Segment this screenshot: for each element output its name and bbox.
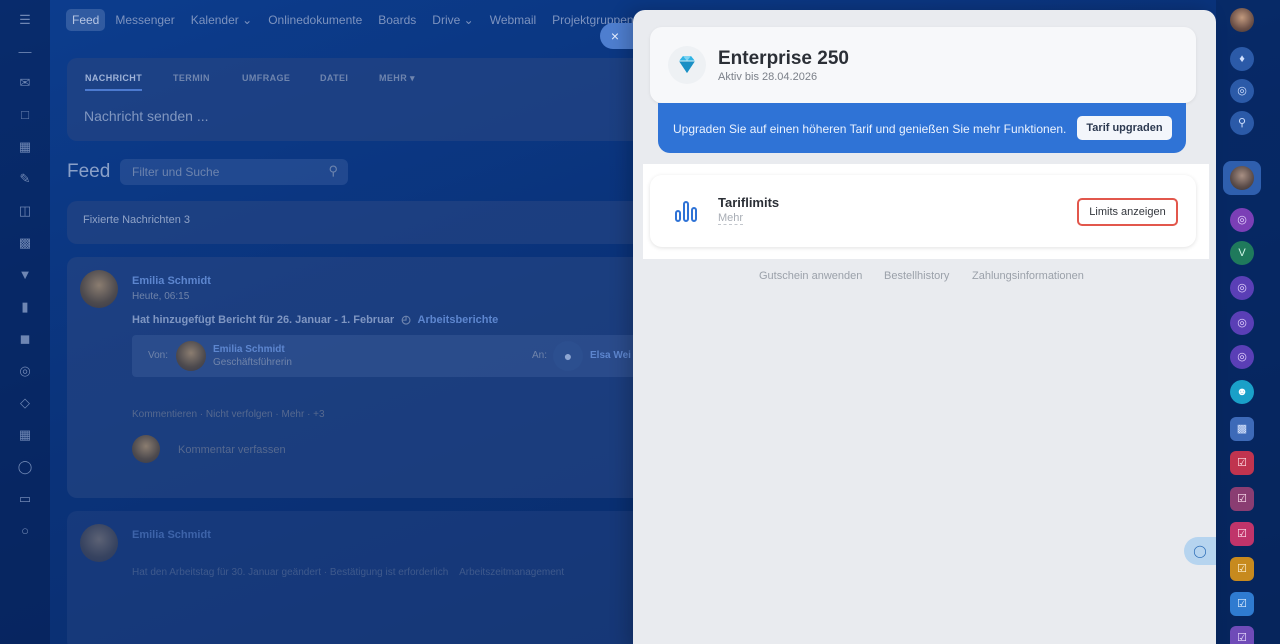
close-panel-button[interactable]: × bbox=[600, 23, 634, 49]
from-role: Geschäftsführerin bbox=[213, 357, 292, 368]
contact-v-icon[interactable]: V bbox=[1230, 241, 1254, 265]
post-author[interactable]: Emilia Schmidt bbox=[132, 275, 211, 287]
upgrade-button[interactable]: Tarif upgraden bbox=[1077, 116, 1172, 140]
order-history-link[interactable]: Bestellhistory bbox=[884, 270, 949, 282]
analytics-icon[interactable]: ▮ bbox=[17, 299, 33, 315]
plan-name: Enterprise 250 bbox=[718, 48, 849, 69]
id-card-icon[interactable]: ▩ bbox=[1230, 417, 1254, 441]
to-label: An: bbox=[532, 350, 548, 361]
tab-umfrage[interactable]: UMFRAGE bbox=[242, 73, 290, 83]
help-icon[interactable]: ◯ bbox=[17, 459, 33, 475]
avatar[interactable] bbox=[1230, 166, 1254, 190]
nav-item-drive[interactable]: Drive ⌄ bbox=[426, 9, 479, 31]
feed-heading: Feed bbox=[67, 161, 111, 182]
post-actions[interactable]: Kommentieren · Nicht verfolgen · Mehr · … bbox=[132, 409, 325, 420]
grid-icon[interactable]: ▦ bbox=[17, 427, 33, 443]
payment-info-link[interactable]: Zahlungsinformationen bbox=[972, 270, 1084, 282]
avatar bbox=[132, 435, 160, 463]
clock-icon: ◴ bbox=[401, 314, 411, 326]
calendar-icon[interactable]: ▦ bbox=[17, 139, 33, 155]
post-tag[interactable]: Arbeitsberichte bbox=[418, 314, 499, 326]
search-icon[interactable]: ⚲ bbox=[328, 163, 338, 179]
drive-icon[interactable]: ◫ bbox=[17, 203, 33, 219]
comment-input[interactable]: Kommentar verfassen bbox=[178, 444, 286, 456]
pinned-messages[interactable]: Fixierte Nachrichten 3 bbox=[67, 201, 647, 244]
from-label: Von: bbox=[148, 350, 169, 361]
sign-icon[interactable]: ✎ bbox=[17, 171, 33, 187]
user-icon[interactable]: ● bbox=[553, 341, 583, 371]
sites-icon[interactable]: ▭ bbox=[17, 491, 33, 507]
composer-card bbox=[67, 58, 647, 141]
chat-bubble-icon[interactable]: ◯ bbox=[1184, 537, 1216, 565]
apply-voucher-link[interactable]: Gutschein anwenden bbox=[759, 270, 862, 282]
avatar[interactable] bbox=[1230, 8, 1254, 32]
collapse-icon[interactable]: — bbox=[17, 44, 33, 60]
plan-expiry: Aktiv bis 28.04.2026 bbox=[718, 71, 818, 83]
bar-chart-icon bbox=[674, 199, 698, 228]
nav-item-boards[interactable]: Boards bbox=[372, 9, 422, 31]
close-icon: × bbox=[610, 28, 620, 44]
message-input[interactable]: Nachricht senden ... bbox=[84, 108, 209, 124]
cart-icon[interactable]: ◼ bbox=[17, 331, 33, 347]
chat-icon[interactable]: □ bbox=[17, 107, 33, 123]
chat-icon[interactable]: ◎ bbox=[1230, 208, 1254, 232]
nav-item-onlinedokumente[interactable]: Onlinedokumente bbox=[262, 9, 368, 31]
diamond-icon bbox=[668, 46, 706, 84]
post-author[interactable]: Emilia Schmidt bbox=[132, 529, 211, 541]
avatar[interactable] bbox=[176, 341, 206, 371]
tariff-limits-more-link[interactable]: Mehr bbox=[718, 212, 744, 225]
copilot-icon[interactable]: ◎ bbox=[1230, 79, 1254, 103]
task-icon[interactable]: ☑ bbox=[1230, 522, 1254, 546]
chevron-down-icon: ⌄ bbox=[463, 13, 474, 27]
pinned-label: Fixierte Nachrichten 3 bbox=[83, 214, 190, 226]
task-icon[interactable]: ☑ bbox=[1230, 487, 1254, 511]
chat-icon[interactable]: ◎ bbox=[1230, 345, 1254, 369]
tab-termin[interactable]: TERMIN bbox=[173, 73, 210, 83]
cube-icon[interactable]: ◇ bbox=[17, 395, 33, 411]
nav-item-feed[interactable]: Feed bbox=[66, 9, 106, 31]
post-time: Heute, 06:15 bbox=[132, 291, 190, 302]
from-name[interactable]: Emilia Schmidt bbox=[213, 344, 285, 355]
filter-placeholder: Filter und Suche bbox=[132, 165, 220, 179]
more-icon[interactable]: ○ bbox=[17, 523, 33, 539]
chevron-down-icon: ⌄ bbox=[242, 13, 253, 27]
contacts-icon[interactable]: ▩ bbox=[17, 235, 33, 251]
post-tag[interactable]: Arbeitszeitmanagement bbox=[459, 567, 564, 578]
tariff-limits-title: Tariflimits bbox=[718, 195, 780, 210]
task-icon[interactable]: ☑ bbox=[1230, 626, 1254, 644]
target-icon[interactable]: ◎ bbox=[17, 363, 33, 379]
to-name[interactable]: Elsa Wei bbox=[590, 350, 631, 361]
task-icon[interactable]: ☑ bbox=[1230, 557, 1254, 581]
post-action: Hat hinzugefügt Bericht für 26. Januar -… bbox=[132, 314, 499, 326]
tab-nachricht[interactable]: NACHRICHT bbox=[85, 73, 143, 91]
nav-item-kalender[interactable]: Kalender ⌄ bbox=[185, 9, 258, 31]
avatar[interactable] bbox=[80, 270, 118, 308]
filter-icon[interactable]: ▼ bbox=[17, 267, 33, 283]
search-icon[interactable]: ⚲ bbox=[1230, 111, 1254, 135]
top-navigation: Feed Messenger Kalender ⌄ Onlinedokument… bbox=[66, 8, 640, 32]
nav-item-webmail[interactable]: Webmail bbox=[484, 9, 542, 31]
left-rail: ☰ — ✉ □ ▦ ✎ ◫ ▩ ▼ ▮ ◼ ◎ ◇ ▦ ◯ ▭ ○ bbox=[0, 0, 50, 644]
bot-icon[interactable]: ☻ bbox=[1230, 380, 1254, 404]
avatar[interactable] bbox=[80, 524, 118, 562]
task-icon[interactable]: ☑ bbox=[1230, 592, 1254, 616]
mail-icon[interactable]: ✉ bbox=[17, 75, 33, 91]
filter-search-input[interactable]: Filter und Suche ⚲ bbox=[120, 159, 348, 185]
tab-mehr[interactable]: MEHR ▾ bbox=[379, 73, 415, 84]
menu-icon[interactable]: ☰ bbox=[17, 12, 33, 28]
post-action: Hat den Arbeitstag für 30. Januar geände… bbox=[132, 567, 565, 578]
chat-icon[interactable]: ◎ bbox=[1230, 311, 1254, 335]
task-icon[interactable]: ☑ bbox=[1230, 451, 1254, 475]
show-limits-button[interactable]: Limits anzeigen bbox=[1077, 198, 1178, 226]
bell-icon[interactable]: ♦ bbox=[1230, 47, 1254, 71]
nav-item-messenger[interactable]: Messenger bbox=[109, 9, 180, 31]
upgrade-text: Upgraden Sie auf einen höheren Tarif und… bbox=[673, 122, 1067, 136]
chat-icon[interactable]: ◎ bbox=[1230, 276, 1254, 300]
tab-datei[interactable]: DATEI bbox=[320, 73, 348, 83]
